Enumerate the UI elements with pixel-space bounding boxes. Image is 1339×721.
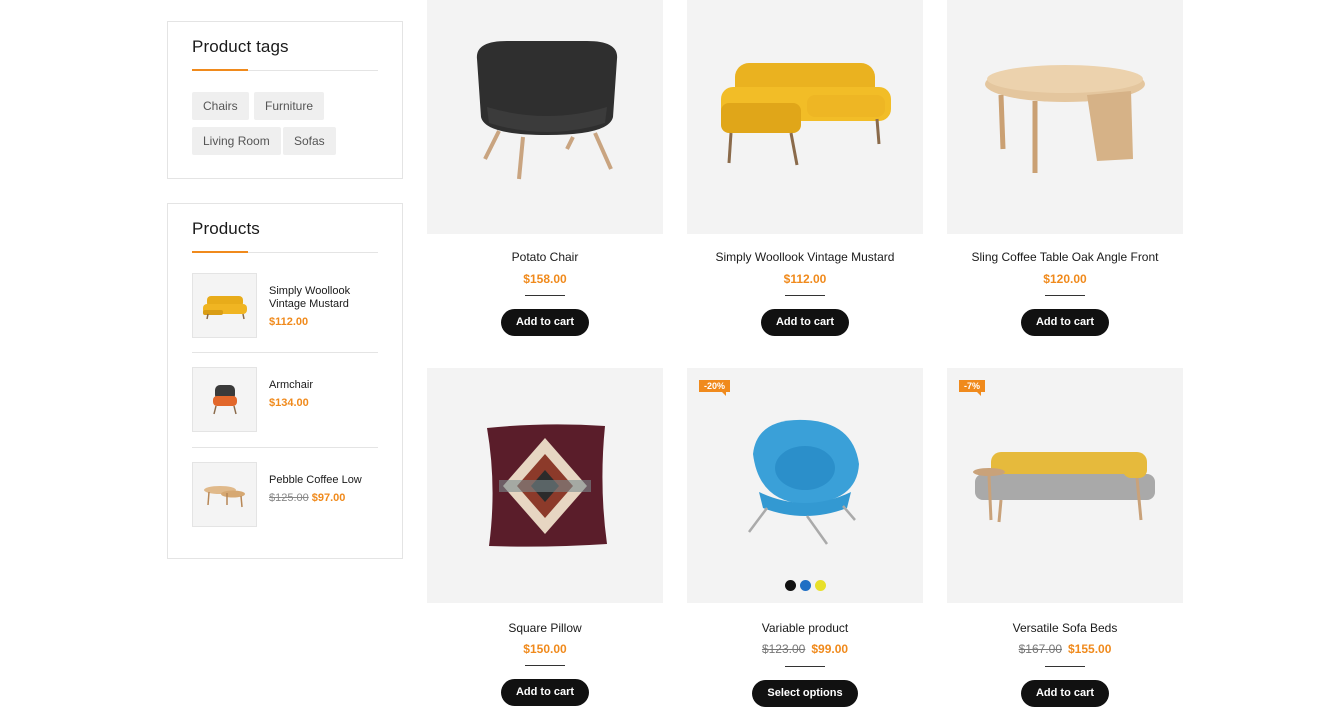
sofa-bed-image[interactable]: -7% — [947, 368, 1183, 603]
oak-table-image[interactable] — [947, 0, 1183, 234]
sidebar-product-name[interactable]: Pebble Coffee Low — [269, 474, 377, 487]
product-price: $123.00 $99.00 — [761, 642, 849, 656]
add-to-cart-button[interactable]: Add to cart — [1021, 680, 1109, 707]
discount-badge: -7% — [959, 380, 986, 396]
tag-chairs[interactable]: Chairs — [192, 92, 249, 120]
divider — [192, 447, 378, 448]
pillow-image[interactable] — [427, 368, 663, 603]
old-price: $167.00 — [1018, 642, 1062, 656]
add-to-cart-button[interactable]: Add to cart — [501, 679, 589, 706]
product-price: $158.00 — [523, 272, 567, 286]
divider — [1045, 295, 1085, 296]
product-tags-widget: Product tags Chairs Furniture Living Roo… — [167, 21, 403, 179]
blue-chair-image[interactable]: -20% — [687, 368, 923, 603]
product-price: $120.00 — [1043, 272, 1087, 286]
add-to-cart-button[interactable]: Add to cart — [501, 309, 589, 336]
select-options-button[interactable]: Select options — [752, 680, 858, 707]
add-to-cart-button[interactable]: Add to cart — [1021, 309, 1109, 336]
sidebar-product-name[interactable]: Simply Woollook Vintage Mustard — [269, 285, 377, 311]
product-title[interactable]: Sling Coffee Table Oak Angle Front — [947, 250, 1183, 264]
product-title[interactable]: Square Pillow — [427, 621, 663, 635]
old-price: $123.00 — [761, 642, 806, 656]
divider — [785, 666, 825, 667]
discount-badge: -20% — [699, 380, 731, 396]
armchair-image[interactable] — [192, 367, 257, 432]
product-title[interactable]: Simply Woollook Vintage Mustard — [687, 250, 923, 264]
color-swatches — [785, 578, 830, 596]
product-title[interactable]: Potato Chair — [427, 250, 663, 264]
swatch-black[interactable] — [785, 580, 796, 591]
tag-living-room[interactable]: Living Room — [192, 127, 281, 155]
divider — [525, 665, 565, 666]
divider — [1045, 666, 1085, 667]
product-price: $112.00 — [783, 272, 827, 286]
swatch-yellow[interactable] — [815, 580, 826, 591]
product-title[interactable]: Versatile Sofa Beds — [947, 621, 1183, 635]
title-divider — [192, 251, 378, 253]
product-price: $167.00 $155.00 — [1018, 642, 1112, 656]
sidebar-product-name[interactable]: Armchair — [269, 379, 377, 392]
sidebar-product-price: $134.00 — [269, 397, 309, 409]
coffee-table-image[interactable] — [192, 462, 257, 527]
divider — [785, 295, 825, 296]
title-divider — [192, 69, 378, 71]
product-tags-title: Product tags — [192, 37, 289, 56]
divider — [525, 295, 565, 296]
products-title: Products — [192, 219, 260, 238]
old-price: $125.00 — [269, 492, 309, 504]
product-price: $150.00 — [523, 642, 567, 656]
sidebar-product-price: $125.00 $97.00 — [269, 492, 346, 504]
mustard-sofa-image[interactable] — [687, 0, 923, 234]
black-chair-image[interactable] — [427, 0, 663, 234]
products-widget: Products Simply Woollook Vintage Mustard… — [167, 203, 403, 559]
divider — [192, 352, 378, 353]
tag-furniture[interactable]: Furniture — [254, 92, 325, 120]
tag-sofas[interactable]: Sofas — [283, 127, 336, 155]
yellow-sofa-image[interactable] — [192, 273, 257, 338]
add-to-cart-button[interactable]: Add to cart — [761, 309, 849, 336]
sidebar-product-price: $112.00 — [269, 316, 309, 328]
product-title[interactable]: Variable product — [687, 621, 923, 635]
swatch-blue[interactable] — [800, 580, 811, 591]
